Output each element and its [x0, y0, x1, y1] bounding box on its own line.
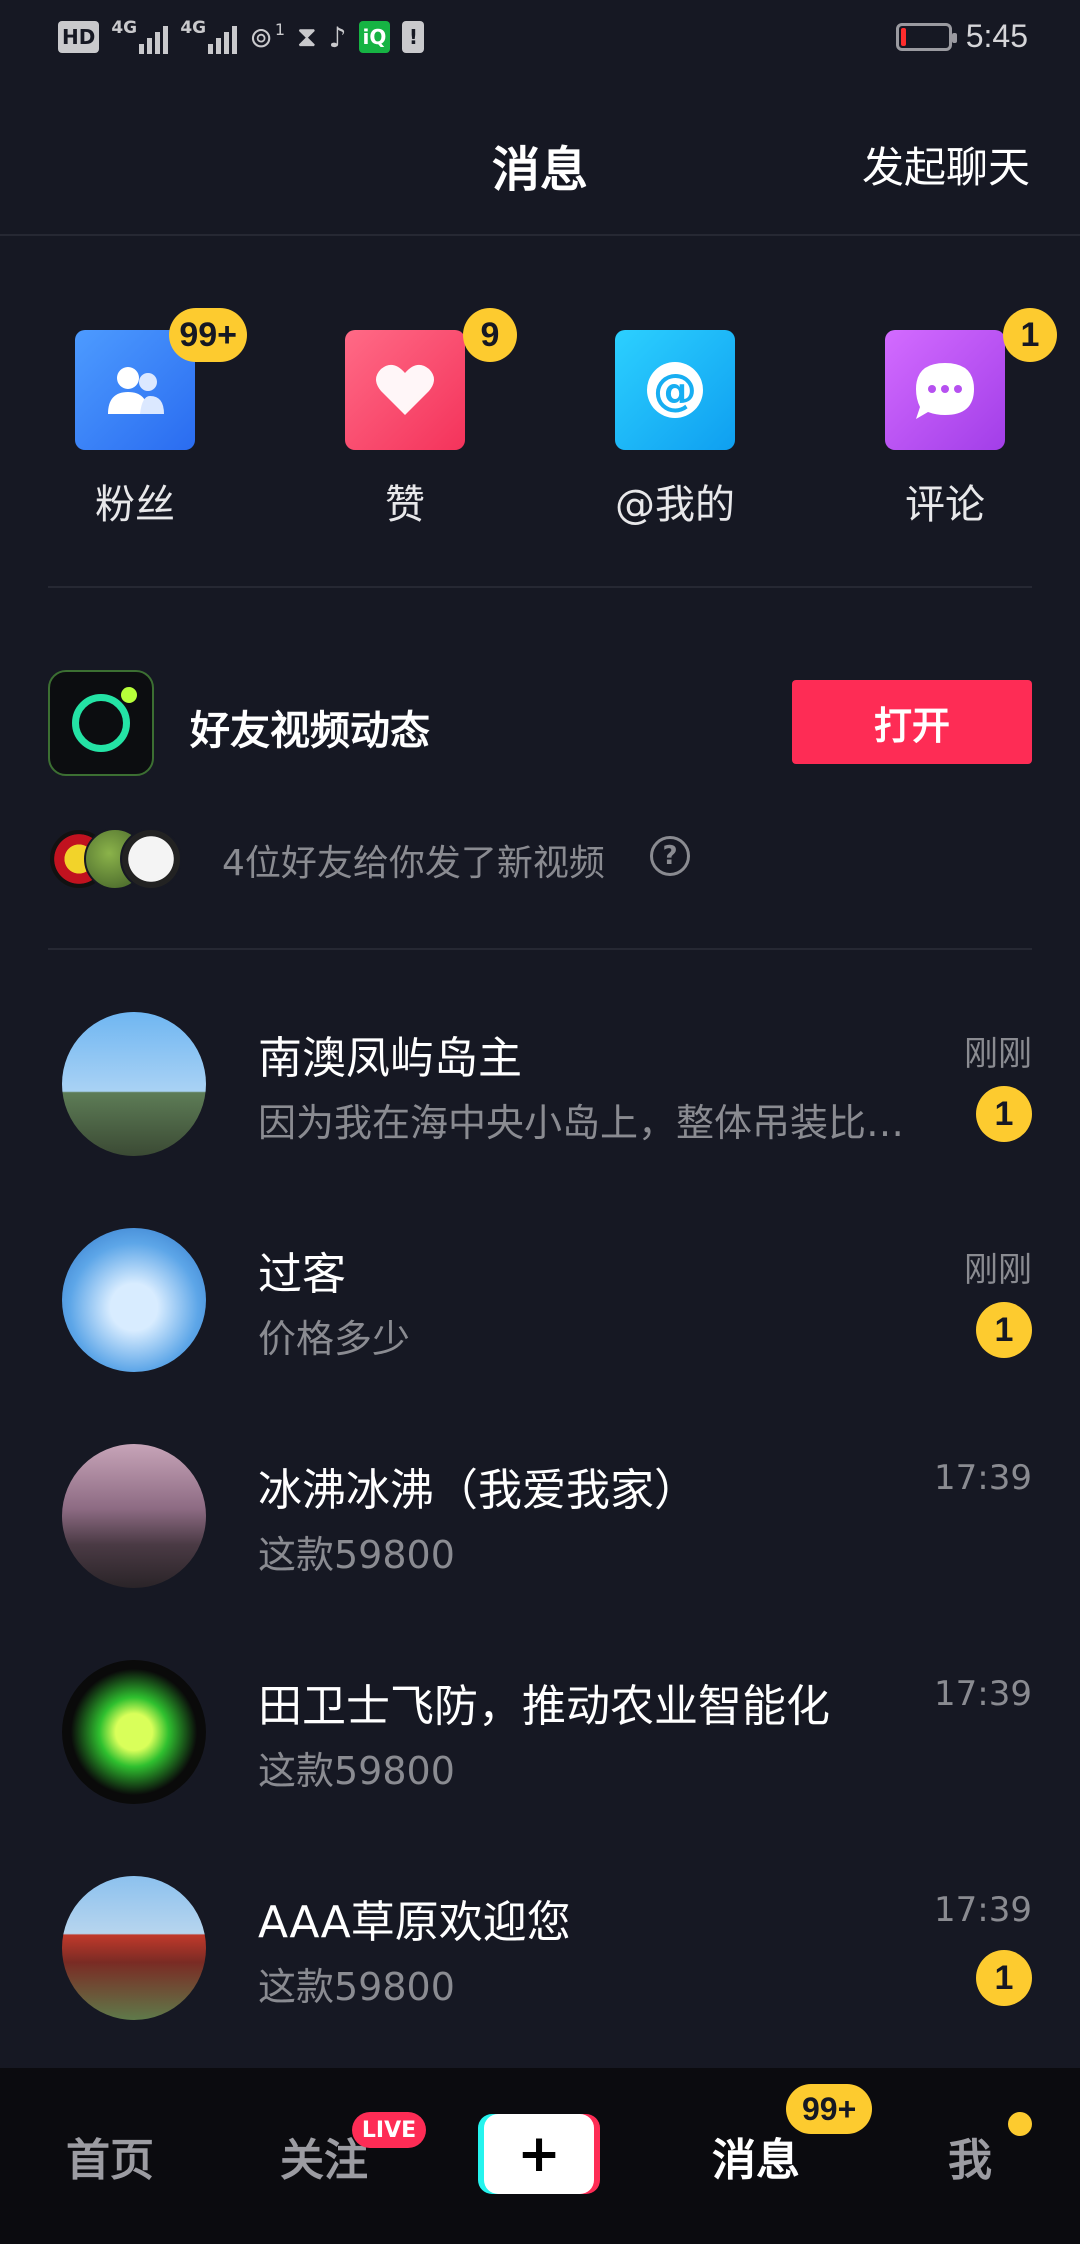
category-fans[interactable]: 99+ 粉丝 [75, 308, 247, 530]
svg-text:@: @ [653, 365, 697, 416]
hotspot-count: 1 [274, 19, 285, 39]
section-divider [48, 948, 1032, 950]
tab-messages[interactable]: 消息 [712, 2124, 800, 2188]
network-type-label: 4G [111, 18, 138, 38]
signal-icon: 4G [180, 18, 238, 54]
alert-icon: ! [402, 21, 425, 53]
notification-categories: 99+ 粉丝 9 赞 @ @我的 1 评论 [0, 308, 1080, 530]
conversation-preview: 价格多少 [258, 1317, 411, 1361]
category-mentions[interactable]: @ @我的 [615, 330, 735, 530]
open-button[interactable]: 打开 [792, 680, 1032, 764]
category-label: 赞 [385, 482, 425, 528]
unread-badge: 1 [976, 1950, 1032, 2006]
category-label: 评论 [905, 482, 985, 528]
conversation-time: 刚刚 [964, 1034, 1032, 1074]
friend-avatars [48, 828, 188, 890]
network-type-label: 4G [180, 18, 207, 38]
conversation-name: AAA草原欢迎您 [258, 1897, 571, 1948]
plus-icon: + [484, 2114, 594, 2194]
help-icon[interactable]: ? [650, 836, 690, 876]
conversation-name: 南澳凤屿岛主 [258, 1033, 522, 1084]
conversation-row[interactable]: 田卫士飞防，推动农业智能化 这款59800 17:39 [0, 1648, 1080, 1864]
avatar [120, 828, 182, 890]
bottom-nav: 首页 关注 LIVE + 消息 99+ 我 [0, 2068, 1080, 2244]
friends-video-subtitle: 4位好友给你发了新视频 [222, 843, 605, 884]
conversation-row[interactable]: 过客 价格多少 刚刚 1 [0, 1216, 1080, 1432]
section-divider [48, 586, 1032, 588]
avatar [62, 1444, 206, 1588]
hourglass-icon: ⧗ [297, 20, 317, 53]
friends-video-title: 好友视频动态 [190, 708, 430, 754]
conversation-preview: 因为我在海中央小岛上，整体吊装比… [258, 1101, 905, 1145]
top-bar: 消息 发起聊天 [0, 110, 1080, 210]
conversation-preview: 这款59800 [258, 1749, 455, 1793]
clock: 5:45 [965, 18, 1028, 54]
hotspot-icon: ⊚ [249, 20, 273, 54]
battery-icon [895, 22, 957, 51]
avatar [62, 1876, 206, 2020]
conversation-name: 田卫士飞防，推动农业智能化 [258, 1681, 830, 1732]
comment-icon: 1 [885, 308, 1057, 450]
conversation-time: 17:39 [934, 1890, 1032, 1930]
conversation-time: 17:39 [934, 1674, 1032, 1714]
avatar [62, 1660, 206, 1804]
conversation-row[interactable]: 冰沸冰沸（我爱我家） 这款59800 17:39 [0, 1432, 1080, 1648]
conversation-name: 过客 [258, 1249, 346, 1300]
unread-badge: 1 [976, 1302, 1032, 1358]
signal-icon: 4G [111, 18, 169, 54]
notification-dot [1008, 2112, 1032, 2136]
conversation-row[interactable]: AAA草原欢迎您 这款59800 17:39 1 [0, 1864, 1080, 2080]
category-label: 粉丝 [95, 482, 175, 528]
avatar [62, 1012, 206, 1156]
comments-badge: 1 [1003, 308, 1057, 362]
likes-badge: 9 [463, 308, 517, 362]
status-icons-right: 5:45 [895, 18, 1028, 55]
live-badge: LIVE [352, 2112, 426, 2148]
iqiyi-icon: iQ [358, 21, 391, 53]
tab-me[interactable]: 我 [948, 2124, 992, 2188]
tab-home[interactable]: 首页 [66, 2124, 154, 2188]
friends-video-logo [48, 670, 154, 776]
friends-video-summary[interactable]: 4位好友给你发了新视频 ? [48, 826, 1032, 892]
unread-badge: 1 [976, 1086, 1032, 1142]
heart-icon: 9 [345, 308, 517, 450]
category-comments[interactable]: 1 评论 [885, 308, 1057, 530]
create-button[interactable]: + [478, 2114, 600, 2194]
friends-video-row: 好友视频动态 打开 [48, 670, 1032, 776]
fans-icon: 99+ [75, 308, 247, 450]
at-icon: @ [615, 330, 735, 450]
conversation-preview: 这款59800 [258, 1965, 455, 2009]
avatar [62, 1228, 206, 1372]
conversation-time: 17:39 [934, 1458, 1032, 1498]
category-label: @我的 [615, 482, 735, 528]
start-chat-button[interactable]: 发起聊天 [862, 134, 1030, 195]
conversation-row[interactable]: 南澳凤屿岛主 因为我在海中央小岛上，整体吊装比… 刚刚 1 [0, 1000, 1080, 1216]
hd-indicator: HD [58, 21, 100, 53]
status-bar: HD 4G 4G ⊚ 1 ⧗ ♪ iQ ! 5:45 [0, 0, 1080, 80]
category-likes[interactable]: 9 赞 [345, 308, 517, 530]
conversation-time: 刚刚 [964, 1250, 1032, 1290]
fans-badge: 99+ [169, 308, 247, 362]
tiktok-icon: ♪ [328, 20, 347, 54]
header-divider [0, 234, 1080, 236]
conversation-preview: 这款59800 [258, 1533, 455, 1577]
conversation-name: 冰沸冰沸（我爱我家） [258, 1465, 698, 1516]
messages-badge: 99+ [786, 2084, 873, 2134]
status-icons-left: HD 4G 4G ⊚ 1 ⧗ ♪ iQ ! [58, 18, 425, 54]
